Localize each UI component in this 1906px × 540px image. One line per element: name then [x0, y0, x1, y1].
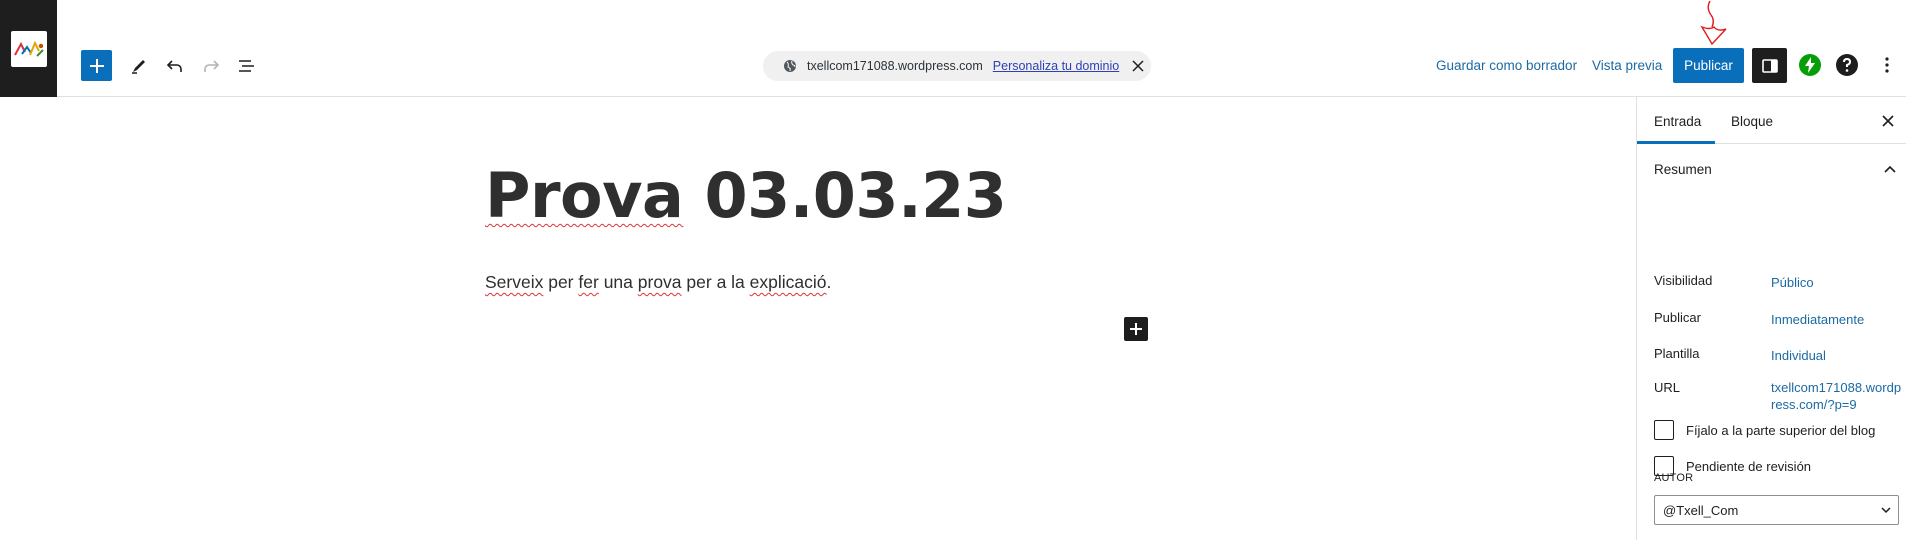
help-button[interactable]	[1835, 53, 1859, 77]
tools-button[interactable]	[123, 50, 155, 82]
save-draft-button[interactable]: Guardar como borrador	[1436, 58, 1577, 73]
redo-icon	[204, 60, 220, 72]
site-logo-button[interactable]	[0, 0, 57, 97]
tab-entrada[interactable]: Entrada	[1654, 114, 1701, 129]
pending-review-label: Pendiente de revisión	[1686, 458, 1812, 474]
chevron-down-icon	[1881, 507, 1891, 514]
paragraph-part: .	[826, 272, 832, 292]
url-value[interactable]: txellcom171088.wordpress.com/?p=9	[1771, 379, 1903, 413]
block-inserter-button[interactable]	[1124, 317, 1148, 341]
settings-toggle-button[interactable]	[1752, 48, 1787, 83]
paragraph-part: per	[543, 272, 579, 292]
help-icon	[1836, 54, 1858, 76]
close-icon[interactable]	[1880, 113, 1896, 129]
template-value[interactable]: Individual	[1771, 347, 1826, 364]
editor-canvas: Prova 03.03.23 Serveix per fer una prova…	[0, 97, 1636, 540]
domain-banner: txellcom171088.wordpress.com Personaliza…	[763, 51, 1151, 81]
more-options-button[interactable]	[1875, 53, 1899, 77]
sidebar-tabs: Entrada Bloque	[1637, 97, 1906, 144]
globe-icon	[784, 60, 796, 72]
publish-button[interactable]: Publicar	[1673, 48, 1744, 83]
tab-bloque[interactable]: Bloque	[1731, 114, 1773, 129]
list-view-icon	[239, 60, 254, 72]
settings-sidebar: Entrada Bloque Resumen Visibilidad Públi…	[1636, 97, 1906, 540]
sticky-option: Fíjalo a la parte superior del blog	[1654, 420, 1875, 440]
chevron-up-icon[interactable]	[1882, 161, 1898, 177]
customize-domain-link[interactable]: Personaliza tu dominio	[993, 59, 1119, 73]
sticky-checkbox[interactable]	[1654, 420, 1674, 440]
paragraph-part: prova	[637, 272, 682, 292]
template-label: Plantilla	[1654, 346, 1700, 361]
red-arrow-annotation-icon	[1700, 0, 1727, 46]
domain-text: txellcom171088.wordpress.com	[807, 59, 983, 73]
author-label: Autor	[1654, 472, 1694, 484]
paragraph-part: explicació	[749, 272, 827, 292]
visibility-label: Visibilidad	[1654, 273, 1713, 288]
plus-icon	[89, 58, 104, 73]
jetpack-button[interactable]	[1798, 53, 1822, 77]
sidebar-toggle-icon	[1761, 58, 1778, 73]
active-tab-indicator	[1637, 141, 1715, 144]
paragraph-part: Serveix	[485, 272, 544, 292]
close-icon[interactable]	[1131, 59, 1145, 73]
redo-button[interactable]	[195, 50, 227, 82]
more-vertical-icon	[1885, 57, 1889, 73]
editor-header: txellcom171088.wordpress.com Personaliza…	[0, 0, 1906, 97]
publish-date-value[interactable]: Inmediatamente	[1771, 311, 1864, 328]
plus-icon	[1130, 323, 1142, 335]
summary-panel-title[interactable]: Resumen	[1654, 162, 1712, 177]
publish-label: Publicar	[1654, 310, 1701, 325]
preview-button[interactable]: Vista previa	[1592, 58, 1662, 73]
jetpack-bolt-icon	[1799, 54, 1821, 76]
site-logo-icon	[10, 30, 47, 67]
post-title-word: 03.03.23	[683, 159, 1007, 232]
pencil-icon	[132, 60, 145, 74]
author-select[interactable]: @Txell_Com	[1654, 495, 1899, 525]
post-title-word: Prova	[485, 159, 684, 232]
post-title[interactable]: Prova 03.03.23	[485, 159, 1007, 232]
sticky-label: Fíjalo a la parte superior del blog	[1686, 422, 1876, 438]
list-view-button[interactable]	[231, 50, 263, 82]
undo-icon	[166, 60, 182, 72]
add-block-button[interactable]	[81, 50, 112, 81]
undo-button[interactable]	[159, 50, 191, 82]
url-label: URL	[1654, 380, 1681, 395]
paragraph-part: fer	[578, 272, 599, 292]
author-select-value: @Txell_Com	[1663, 502, 1739, 518]
paragraph-part: una	[598, 272, 638, 292]
visibility-value[interactable]: Público	[1771, 274, 1814, 291]
paragraph-part: per a la	[681, 272, 750, 292]
paragraph-block[interactable]: Serveix per fer una prova per a la expli…	[485, 272, 831, 293]
